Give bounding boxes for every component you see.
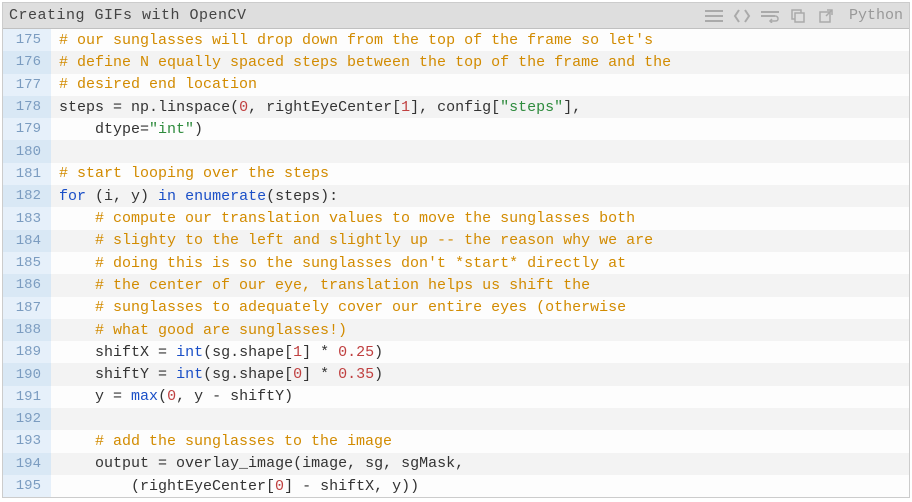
code-line: 175 # our sunglasses will drop down from… xyxy=(3,29,909,51)
line-number: 191 xyxy=(3,386,51,408)
line-number: 183 xyxy=(3,207,51,229)
code-line: 191 y = max(0, y - shiftY) xyxy=(3,386,909,408)
line-number: 182 xyxy=(3,185,51,207)
line-number: 188 xyxy=(3,319,51,341)
line-number: 187 xyxy=(3,297,51,319)
code-line: 176 # define N equally spaced steps betw… xyxy=(3,51,909,73)
line-number: 186 xyxy=(3,274,51,296)
code-line: 194 output = overlay_image(image, sg, sg… xyxy=(3,453,909,475)
wrap-icon[interactable] xyxy=(761,7,779,25)
line-number: 193 xyxy=(3,430,51,452)
line-number: 185 xyxy=(3,252,51,274)
copy-icon[interactable] xyxy=(789,7,807,25)
line-number: 175 xyxy=(3,29,51,51)
editor-title: Creating GIFs with OpenCV xyxy=(9,7,705,24)
line-number: 192 xyxy=(3,408,51,430)
line-number: 177 xyxy=(3,74,51,96)
line-number: 195 xyxy=(3,475,51,497)
code-line: 181 # start looping over the steps xyxy=(3,163,909,185)
line-number: 180 xyxy=(3,140,51,162)
line-number: 189 xyxy=(3,341,51,363)
line-number: 176 xyxy=(3,51,51,73)
code-line: 183 # compute our translation values to … xyxy=(3,207,909,229)
code-line: 182 for (i, y) in enumerate(steps): xyxy=(3,185,909,207)
code-line: 180 xyxy=(3,140,909,162)
line-number: 178 xyxy=(3,96,51,118)
code-line: 185 # doing this is so the sunglasses do… xyxy=(3,252,909,274)
language-label: Python xyxy=(849,7,903,24)
code-line: 188 # what good are sunglasses!) xyxy=(3,319,909,341)
code-line: 187 # sunglasses to adequately cover our… xyxy=(3,297,909,319)
line-number: 181 xyxy=(3,163,51,185)
line-number: 194 xyxy=(3,453,51,475)
code-line: 190 shiftY = int(sg.shape[0] * 0.35) xyxy=(3,363,909,385)
code-line: 177 # desired end location xyxy=(3,74,909,96)
code-line: 193 # add the sunglasses to the image xyxy=(3,430,909,452)
code-line: 195 (rightEyeCenter[0] - shiftX, y)) xyxy=(3,475,909,497)
line-number: 179 xyxy=(3,118,51,140)
code-line: 179 dtype="int") xyxy=(3,118,909,140)
code-line: 178 steps = np.linspace(0, rightEyeCente… xyxy=(3,96,909,118)
line-number: 184 xyxy=(3,230,51,252)
code-line: 184 # slighty to the left and slightly u… xyxy=(3,230,909,252)
code-line: 186 # the center of our eye, translation… xyxy=(3,274,909,296)
code-line: 189 shiftX = int(sg.shape[1] * 0.25) xyxy=(3,341,909,363)
editor-header: Creating GIFs with OpenCV Python xyxy=(3,3,909,29)
code-line: 192 xyxy=(3,408,909,430)
code-brackets-icon[interactable] xyxy=(733,7,751,25)
external-link-icon[interactable] xyxy=(817,7,835,25)
code-editor: Creating GIFs with OpenCV Python 175 # o… xyxy=(2,2,910,498)
code-body[interactable]: 175 # our sunglasses will drop down from… xyxy=(3,29,909,497)
menu-icon[interactable] xyxy=(705,7,723,25)
editor-toolbar: Python xyxy=(705,7,903,25)
line-number: 190 xyxy=(3,363,51,385)
